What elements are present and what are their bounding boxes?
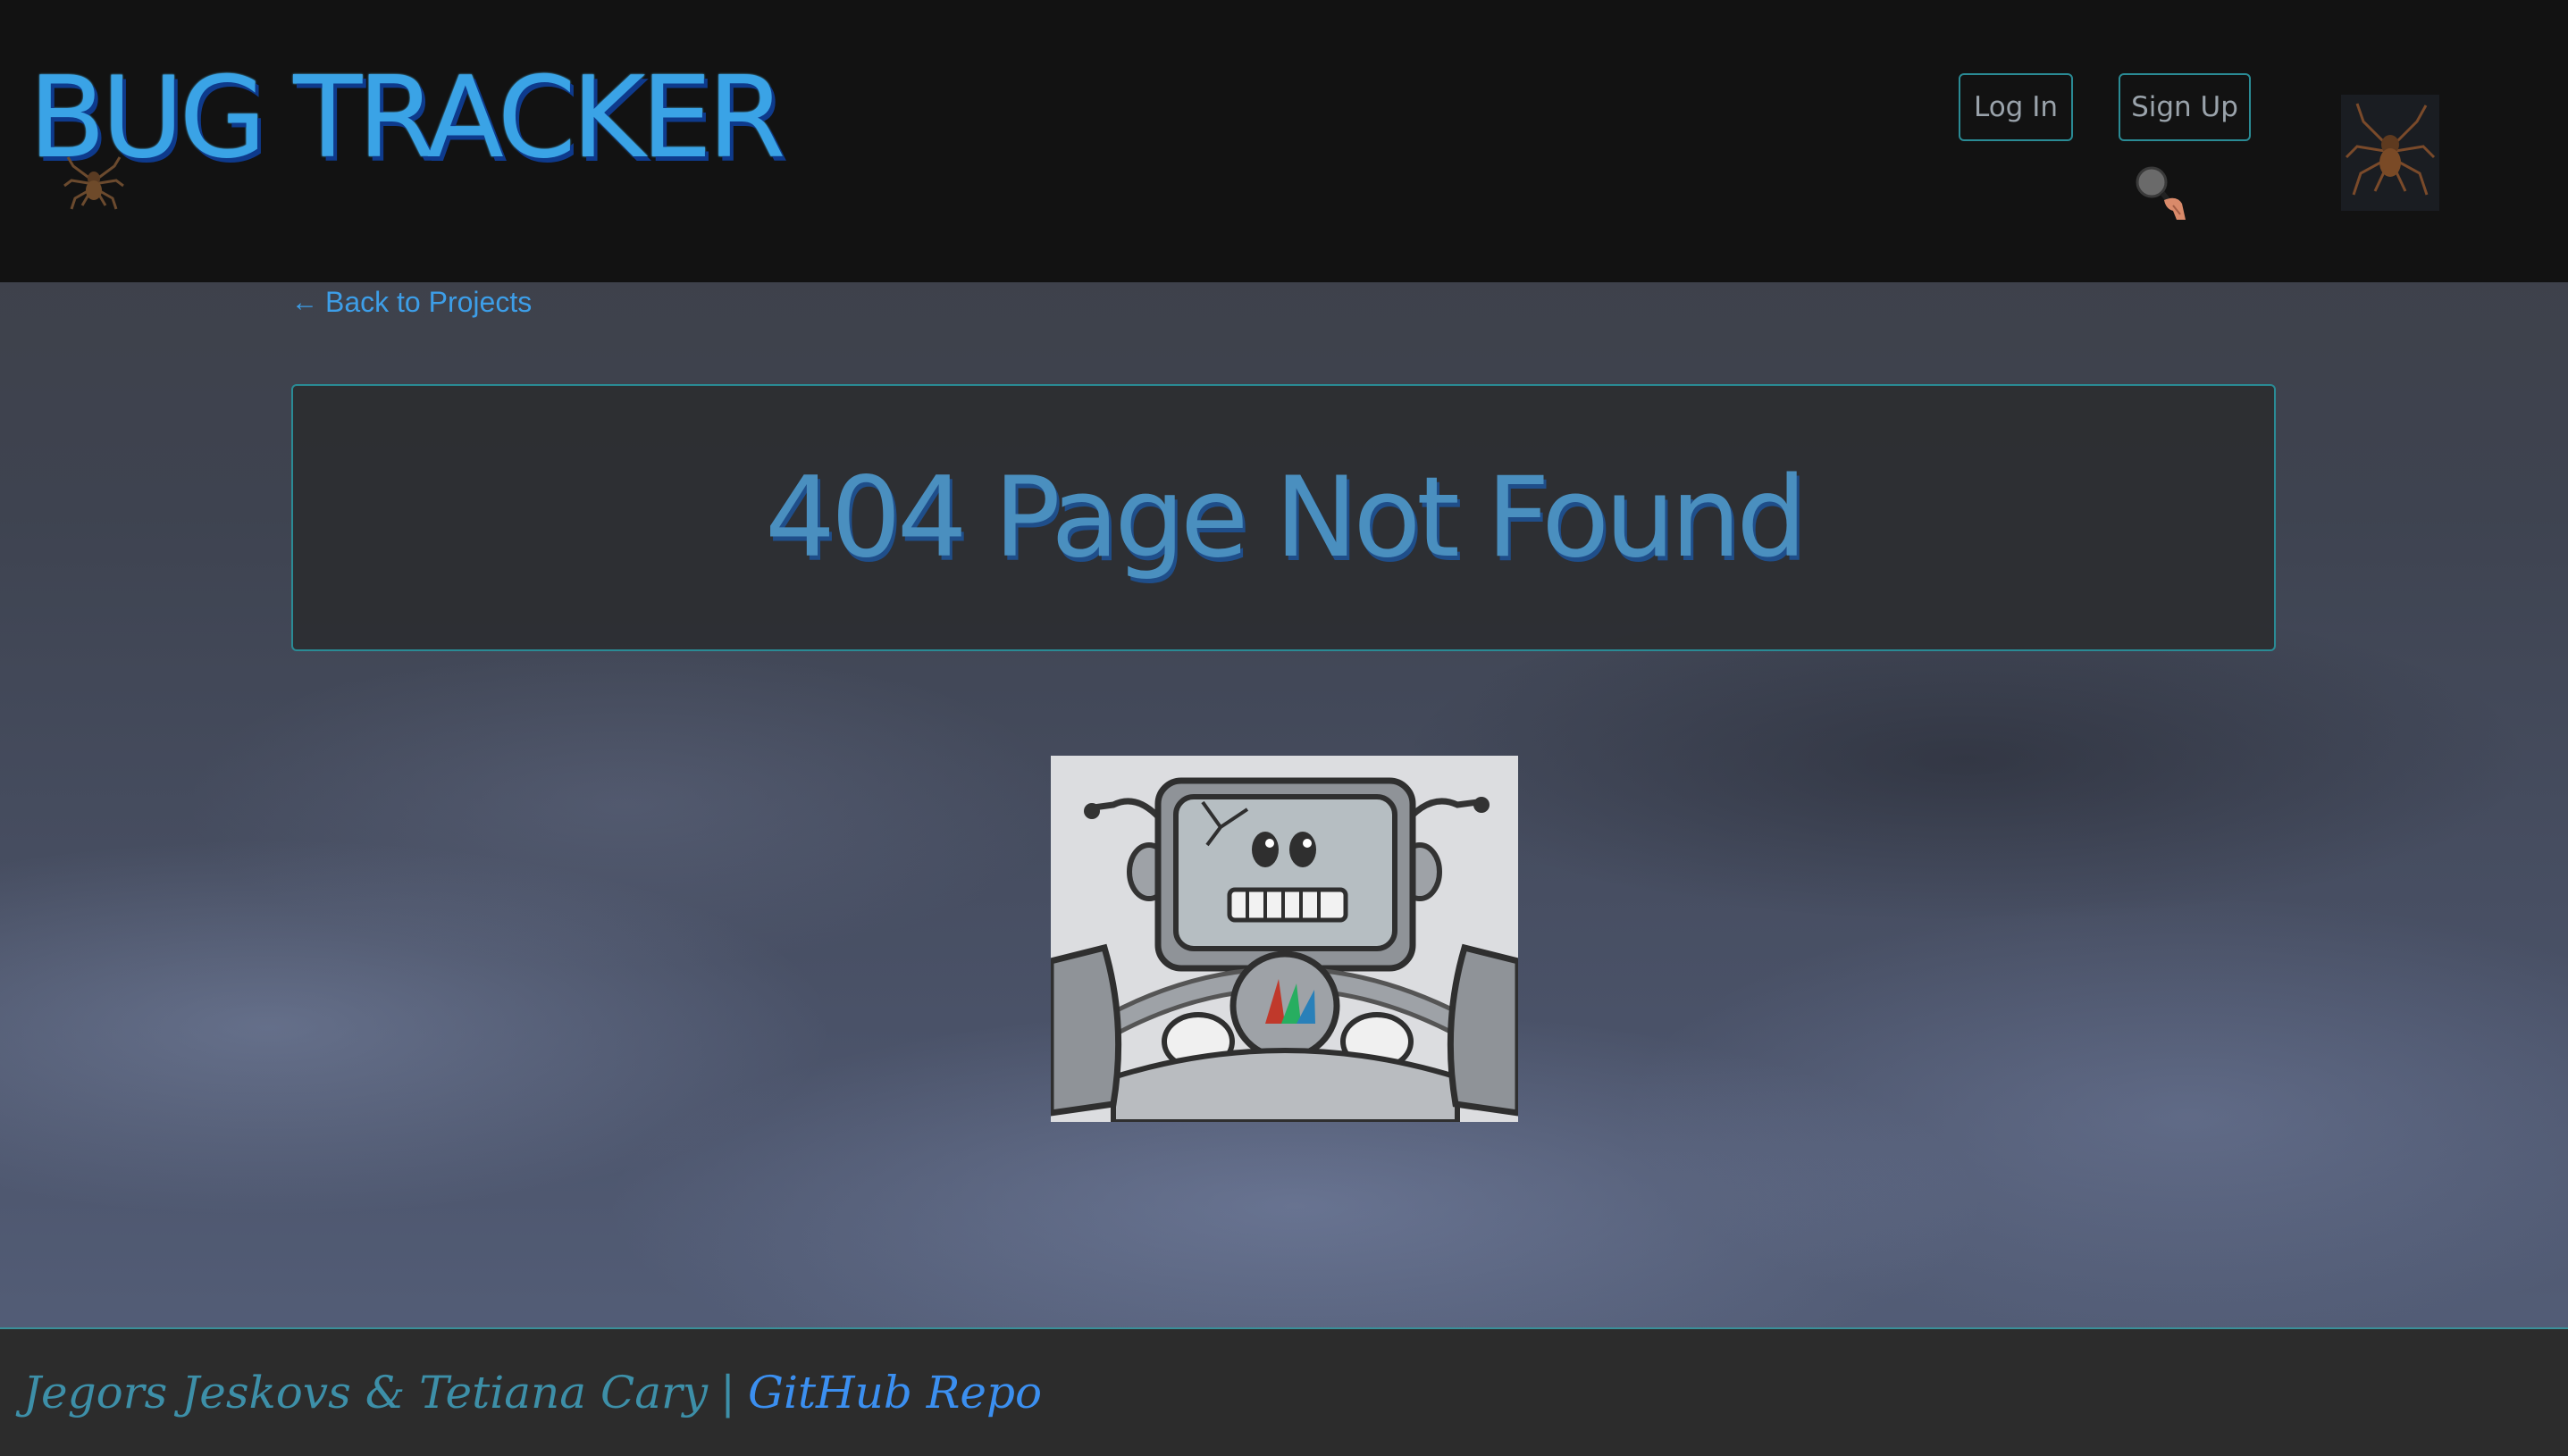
- footer-authors: Jegors Jeskovs & Tetiana Cary: [23, 1367, 709, 1418]
- site-footer: Jegors Jeskovs & Tetiana Cary | GitHub R…: [0, 1327, 2568, 1456]
- login-button[interactable]: Log In: [1959, 73, 2073, 141]
- footer-separator: |: [720, 1367, 736, 1418]
- site-header: BUG TRACKER Log In Sign Up: [0, 0, 2568, 282]
- spider-icon: [63, 156, 124, 210]
- back-link-label: Back to Projects: [325, 286, 533, 318]
- arrow-left-icon: ←: [291, 287, 318, 317]
- magnifier-icon: [2136, 166, 2186, 220]
- robot-illustration: [1051, 756, 1518, 1122]
- page-title: 404 Page Not Found: [764, 453, 1807, 582]
- github-repo-link[interactable]: GitHub Repo: [748, 1367, 1042, 1418]
- signup-button[interactable]: Sign Up: [2119, 73, 2251, 141]
- spider-icon: [2341, 95, 2439, 211]
- error-card: 404 Page Not Found: [291, 384, 2276, 651]
- back-to-projects-link[interactable]: ← Back to Projects: [291, 286, 532, 319]
- brand-logo[interactable]: BUG TRACKER: [29, 52, 786, 183]
